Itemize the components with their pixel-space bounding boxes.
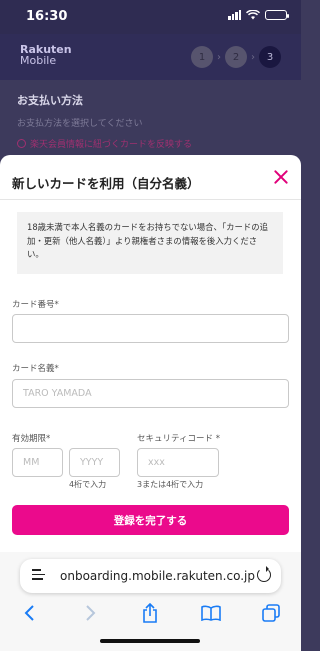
step-1: 1 [191, 46, 213, 68]
modal-title: 新しいカードを利用（自分名義） [12, 176, 200, 191]
expiry-month-input[interactable]: MM [12, 448, 63, 477]
card-name-input[interactable]: TARO YAMADA [12, 379, 289, 408]
apply-member-card-link: 楽天会員情報に紐づくカードを反映する [17, 137, 284, 150]
cvc-hint: 3または4桁で入力 [137, 480, 204, 489]
submit-button[interactable]: 登録を完了する [12, 505, 289, 535]
progress-steps: 1 › 2 › 3 [191, 46, 281, 68]
rakuten-mobile-logo: Rakuten Mobile [20, 43, 72, 67]
status-bar: 16:30 [0, 0, 301, 34]
cvc-input[interactable]: xxx [137, 448, 219, 477]
refresh-icon [17, 139, 26, 148]
forward-icon[interactable] [75, 601, 105, 625]
reload-icon[interactable] [257, 566, 271, 582]
background-page: Rakuten Mobile 1 › 2 › 3 お支払い方法 お支払方法を選択… [0, 34, 301, 155]
notice-box: 18歳未満で本人名義のカードをお持ちでない場合、「カードの追加・更新（他人名義）… [17, 212, 283, 274]
share-icon[interactable] [135, 601, 165, 625]
home-indicator [100, 639, 200, 643]
expiry-year-input[interactable]: YYYY [69, 448, 120, 477]
card-number-label: カード番号* [12, 300, 59, 310]
card-number-input[interactable] [12, 314, 289, 343]
new-card-modal: 新しいカードを利用（自分名義） 18歳未満で本人名義のカードをお持ちでない場合、… [0, 155, 301, 552]
status-time: 16:30 [26, 9, 68, 24]
chevron-right-icon: › [251, 51, 255, 63]
payment-section: お支払い方法 お支払方法を選択してください 楽天会員情報に紐づくカードを反映する [0, 80, 301, 162]
cvc-label: セキュリティコード * [137, 434, 220, 444]
address-bar[interactable]: onboarding.mobile.rakuten.co.jp [20, 559, 281, 593]
section-title: お支払い方法 [17, 94, 83, 107]
tabs-icon[interactable] [256, 601, 286, 625]
close-icon[interactable] [273, 169, 289, 185]
expiry-label: 有効期限* [12, 434, 51, 444]
cellular-signal-icon [228, 10, 241, 20]
browser-nav [0, 601, 301, 625]
expiry-hint: 4桁で入力 [69, 480, 107, 489]
card-name-label: カード名義* [12, 364, 59, 374]
wifi-icon [246, 10, 260, 20]
status-icons [228, 10, 289, 20]
browser-toolbar: onboarding.mobile.rakuten.co.jp [0, 552, 301, 651]
bookmarks-icon[interactable] [196, 601, 226, 625]
page-menu-icon[interactable] [32, 569, 45, 582]
section-subtitle: お支払方法を選択してください [17, 119, 143, 129]
battery-icon [265, 10, 289, 20]
divider [0, 199, 301, 200]
back-icon[interactable] [15, 601, 45, 625]
step-3: 3 [259, 46, 281, 68]
url-text[interactable]: onboarding.mobile.rakuten.co.jp [60, 569, 255, 583]
chevron-right-icon: › [217, 51, 221, 63]
site-header: Rakuten Mobile 1 › 2 › 3 [0, 34, 301, 80]
step-2: 2 [225, 46, 247, 68]
